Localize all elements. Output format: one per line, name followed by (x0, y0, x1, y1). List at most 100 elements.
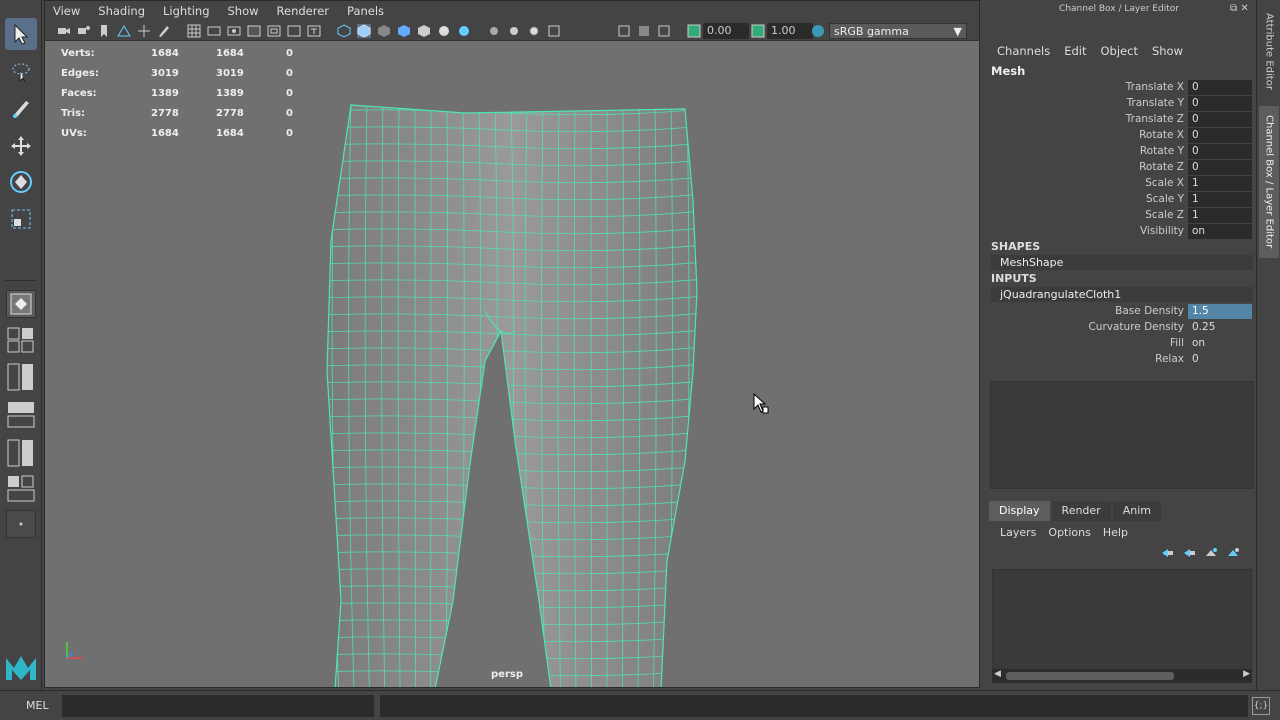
pants-mesh[interactable] (45, 41, 980, 688)
lights-icon[interactable] (417, 24, 431, 38)
channel-row[interactable]: Scale Y1 (982, 191, 1254, 207)
field-chart-icon[interactable] (267, 24, 281, 38)
channel-value[interactable]: on (1188, 223, 1252, 239)
exposure-icon[interactable] (687, 24, 701, 38)
motion-blur-icon[interactable] (637, 24, 651, 38)
channel-value[interactable]: 0 (1188, 159, 1252, 175)
color-management-icon[interactable] (811, 24, 825, 38)
stacked-layout-icon[interactable] (6, 400, 36, 430)
four-pane-layout-icon[interactable] (6, 326, 36, 354)
move-layer-up-icon[interactable] (1160, 546, 1174, 560)
scroll-left-icon[interactable]: ◀ (994, 669, 1001, 679)
channel-value[interactable]: 1 (1188, 207, 1252, 223)
panel-window-controls[interactable]: ⧉ ✕ (1230, 3, 1254, 15)
tab-render[interactable]: Render (1051, 501, 1111, 521)
tab-attribute-editor[interactable]: Attribute Editor (1259, 4, 1279, 98)
shadows-icon[interactable] (437, 24, 451, 38)
anti-aliasing-icon[interactable] (657, 24, 671, 38)
attr-value[interactable]: 0 (1188, 352, 1252, 367)
move-layer-down-icon[interactable] (1182, 546, 1196, 560)
attr-name[interactable]: Base Density (982, 305, 1188, 317)
2d-pan-zoom-icon[interactable] (137, 24, 151, 38)
grease-pencil-icon[interactable] (157, 24, 171, 38)
float-icon[interactable]: ⧉ (1230, 3, 1237, 14)
wireframe-icon[interactable] (337, 24, 351, 38)
channel-row[interactable]: Translate Z0 (982, 111, 1254, 127)
select-camera-icon[interactable] (57, 24, 71, 38)
menu-help[interactable]: Help (1103, 526, 1128, 539)
channel-row[interactable]: Visibility on (982, 223, 1254, 239)
single-pane-layout-icon[interactable] (6, 290, 36, 318)
input-attr-row[interactable]: Relax 0 (982, 351, 1254, 367)
scroll-right-icon[interactable]: ▶ (1243, 669, 1250, 679)
channel-name[interactable]: Translate Z (982, 113, 1188, 125)
exposure-field[interactable]: 0.00 (703, 23, 749, 39)
menu-layers[interactable]: Layers (1000, 526, 1036, 539)
toolbox-options-icon[interactable] (6, 510, 36, 538)
attr-name[interactable]: Curvature Density (982, 321, 1188, 333)
channel-name[interactable]: Visibility (982, 225, 1188, 237)
default-material-icon[interactable] (377, 24, 391, 38)
channel-name[interactable]: Scale X (982, 177, 1188, 189)
layer-list[interactable] (992, 569, 1252, 683)
safe-action-icon[interactable] (287, 24, 301, 38)
layer-list-scrollbar[interactable]: ◀ ▶ (992, 669, 1252, 683)
close-icon[interactable]: ✕ (1240, 3, 1248, 14)
menu-renderer[interactable]: Renderer (277, 4, 330, 18)
tab-channel-box[interactable]: Channel Box / Layer Editor (1259, 106, 1279, 258)
color-space-dropdown[interactable]: sRGB gamma ▼ (829, 23, 967, 39)
xray-icon[interactable] (507, 24, 521, 38)
menu-channels[interactable]: Channels (997, 44, 1050, 58)
channel-value[interactable]: 0 (1188, 143, 1252, 159)
rotate-tool-icon[interactable] (5, 166, 37, 198)
new-empty-layer-icon[interactable] (1204, 546, 1218, 560)
attr-name[interactable]: Fill (982, 337, 1188, 349)
input-node[interactable]: jQuadrangulateCloth1 (991, 287, 1253, 302)
object-name[interactable]: Mesh (991, 64, 1025, 78)
channel-name[interactable]: Rotate Z (982, 161, 1188, 173)
xray-joints-icon[interactable] (527, 24, 541, 38)
smooth-shade-icon[interactable] (357, 24, 371, 38)
channel-row[interactable]: Translate X0 (982, 79, 1254, 95)
menu-view[interactable]: View (53, 4, 80, 18)
script-editor-icon[interactable]: {;} (1252, 697, 1270, 715)
channel-value[interactable]: 0 (1188, 79, 1252, 95)
channel-row[interactable]: Translate Y0 (982, 95, 1254, 111)
channel-name[interactable]: Rotate X (982, 129, 1188, 141)
gamma-field[interactable]: 1.00 (767, 23, 813, 39)
channel-name[interactable]: Translate Y (982, 97, 1188, 109)
gamma-icon[interactable] (751, 24, 765, 38)
tab-anim[interactable]: Anim (1112, 501, 1161, 521)
paint-select-tool-icon[interactable] (5, 92, 37, 124)
move-tool-icon[interactable] (5, 130, 37, 162)
attr-value[interactable]: 1.5 (1188, 303, 1252, 319)
scale-tool-icon[interactable] (5, 203, 37, 235)
scrollbar-thumb[interactable] (1006, 672, 1174, 680)
menu-panels[interactable]: Panels (347, 4, 384, 18)
side-by-side-layout-icon[interactable] (6, 362, 36, 392)
image-plane-icon[interactable] (117, 24, 131, 38)
grid-icon[interactable] (187, 24, 201, 38)
tab-display[interactable]: Display (989, 501, 1050, 521)
input-attr-row[interactable]: Curvature Density 0.25 (982, 319, 1254, 335)
select-tool-icon[interactable] (5, 18, 37, 50)
channel-name[interactable]: Scale Y (982, 193, 1188, 205)
channel-name[interactable]: Translate X (982, 81, 1188, 93)
gate-mask-icon[interactable] (247, 24, 261, 38)
channel-value[interactable]: 0 (1188, 95, 1252, 111)
menu-lighting[interactable]: Lighting (163, 4, 209, 18)
lasso-tool-icon[interactable] (5, 56, 37, 88)
channel-row[interactable]: Scale Z1 (982, 207, 1254, 223)
graph-persp-layout-icon[interactable] (6, 474, 36, 504)
channel-value[interactable]: 0 (1188, 127, 1252, 143)
new-layer-selected-icon[interactable] (1226, 546, 1240, 560)
shape-node[interactable]: MeshShape (991, 255, 1253, 270)
channel-row[interactable]: Rotate Y0 (982, 143, 1254, 159)
channel-value[interactable]: 1 (1188, 175, 1252, 191)
menu-shading[interactable]: Shading (98, 4, 145, 18)
film-gate-icon[interactable] (207, 24, 221, 38)
isolate-select-icon[interactable] (487, 24, 501, 38)
menu-options[interactable]: Options (1048, 526, 1090, 539)
safe-title-icon[interactable] (307, 24, 321, 38)
channel-name[interactable]: Scale Z (982, 209, 1188, 221)
